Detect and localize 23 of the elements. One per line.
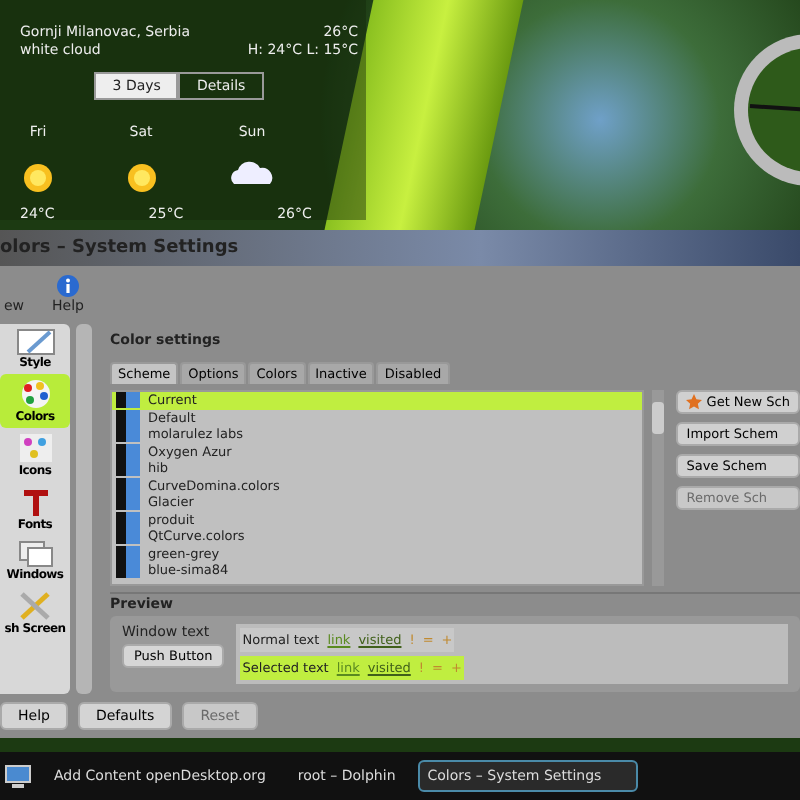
scrollbar[interactable] xyxy=(651,390,665,586)
scrollbar[interactable] xyxy=(76,324,92,694)
scheme-thumbnail xyxy=(116,528,140,545)
scheme-thumbnail xyxy=(116,562,140,579)
star-icon xyxy=(686,394,703,410)
help-icon xyxy=(56,273,81,297)
pencil-sheet-icon xyxy=(15,328,55,356)
scheme-thumbnail xyxy=(116,511,140,528)
dots-icon xyxy=(17,432,53,464)
scheme-thumbnail xyxy=(116,494,140,511)
scheme-thumbnail xyxy=(116,392,140,409)
computer-icon[interactable] xyxy=(4,762,32,790)
sun-icon xyxy=(123,160,159,197)
scheme-thumbnail xyxy=(116,443,140,460)
sun-icon xyxy=(20,160,56,197)
letter-t-icon xyxy=(19,486,51,518)
tools-icon xyxy=(17,590,53,622)
scheme-thumbnail xyxy=(116,477,140,494)
scheme-thumbnail xyxy=(116,460,140,477)
scheme-thumbnail xyxy=(116,545,140,562)
scheme-thumbnail xyxy=(116,426,140,443)
window-title: olors – System Settings xyxy=(0,238,239,258)
windows-icon xyxy=(17,540,53,568)
